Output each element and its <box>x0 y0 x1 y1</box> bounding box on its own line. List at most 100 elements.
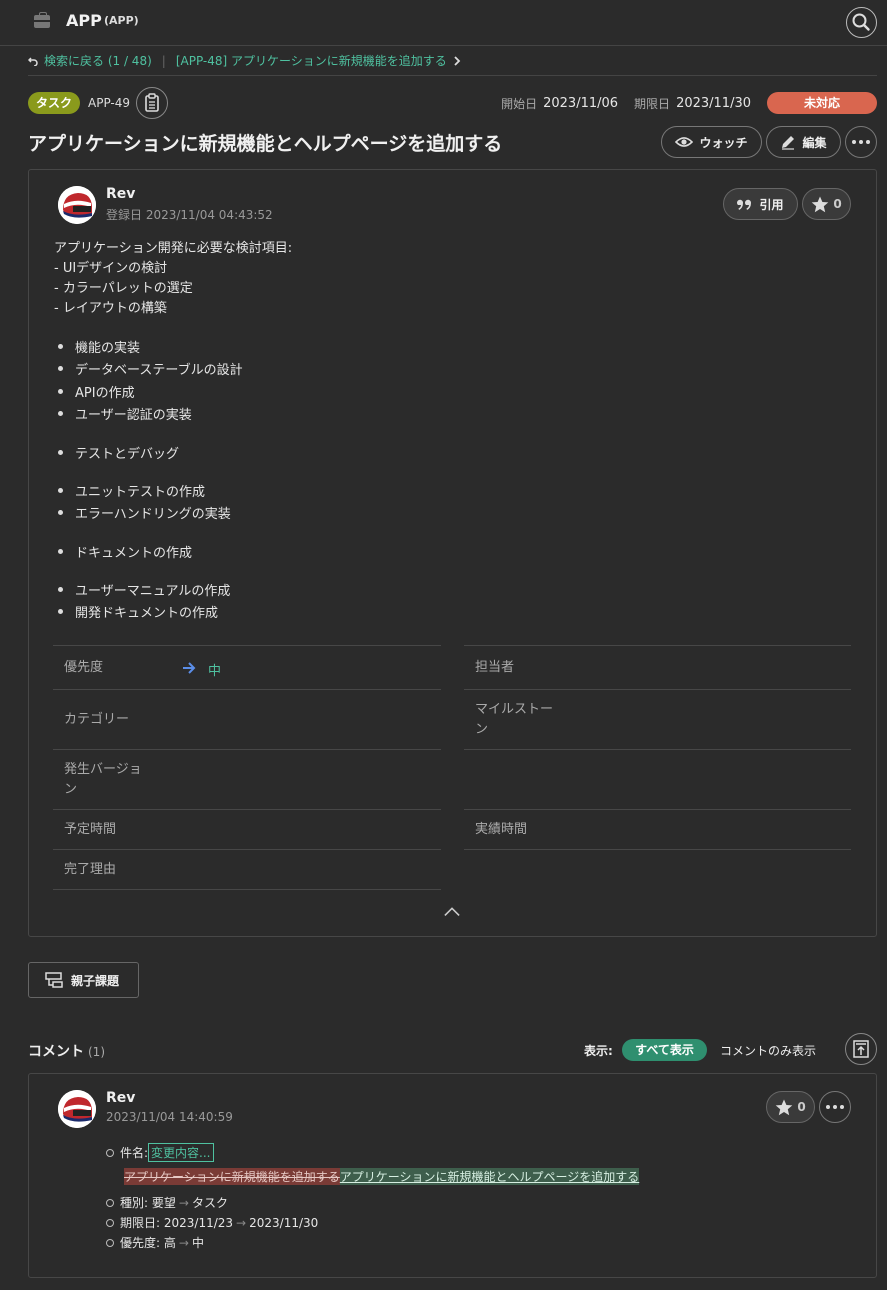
quote-label: 引用 <box>759 197 784 212</box>
breadcrumb-separator: | <box>161 53 166 68</box>
more-icon <box>826 1105 830 1109</box>
star-count: 0 <box>833 197 842 211</box>
priority-change-label: 優先度: <box>120 1236 161 1250</box>
date-block: 開始日 2023/11/06 期限日 2023/11/30 未対応 <box>501 92 877 114</box>
priority-label: 優先度 <box>64 660 104 675</box>
eye-icon <box>675 137 694 147</box>
more-icon <box>852 140 856 144</box>
divider <box>464 849 851 850</box>
quote-icon <box>737 199 752 210</box>
comments-title: コメント <box>28 1044 84 1060</box>
description-line: - カラーパレットの選定 <box>54 281 193 296</box>
old-subject: アプリケーションに新規機能を追加する <box>124 1168 340 1185</box>
start-date-value: 2023/11/06 <box>543 95 619 111</box>
back-to-search-link[interactable]: 検索に戻る (1 / 48) <box>44 52 152 69</box>
arrow-right-icon: → <box>178 1235 189 1250</box>
type-from: 要望 <box>151 1196 176 1210</box>
avatar[interactable] <box>58 186 96 224</box>
description-line: アプリケーション開発に必要な検討項目: <box>54 241 293 256</box>
parent-child-label: 親子課題 <box>71 973 120 988</box>
status-badge[interactable]: 未対応 <box>767 92 877 114</box>
bullet-dot <box>106 1148 114 1157</box>
description-text: アプリケーション開発に必要な検討項目: - UIデザインの検討 - カラーパレッ… <box>54 239 292 319</box>
quote-button[interactable]: 引用 <box>723 188 798 220</box>
watch-button[interactable]: ウォッチ <box>661 126 762 158</box>
star-icon <box>776 1099 793 1115</box>
parent-issue-link[interactable]: [APP-48] アプリケーションに新規機能を追加する <box>176 52 447 69</box>
app-name[interactable]: APP <box>66 11 102 30</box>
arrow-right-icon <box>183 662 196 674</box>
comment-more-button[interactable] <box>819 1091 851 1123</box>
due-to: 2023/11/30 <box>249 1215 319 1230</box>
bullet-dot <box>106 1218 114 1227</box>
divider <box>53 849 441 850</box>
divider <box>464 645 851 646</box>
due-from: 2023/11/23 <box>163 1215 234 1230</box>
helmet-avatar-icon <box>58 186 96 224</box>
watch-label: ウォッチ <box>699 135 748 150</box>
star-button[interactable]: 0 <box>802 188 851 220</box>
edit-button[interactable]: 編集 <box>766 126 841 158</box>
description-line: - レイアウトの構築 <box>54 301 167 316</box>
list-item: APIの作成 <box>54 382 135 401</box>
more-options-button[interactable] <box>845 126 877 158</box>
chevron-right-icon[interactable] <box>453 55 461 66</box>
list-item: ユーザーマニュアルの作成 <box>54 580 230 599</box>
comment-author[interactable]: Rev <box>106 1090 135 1106</box>
jump-to-top-button[interactable] <box>845 1033 877 1065</box>
author-name[interactable]: Rev <box>106 186 135 202</box>
new-subject: アプリケーションに新規機能とヘルプページを追加する <box>339 1168 640 1185</box>
issue-title: アプリケーションに新規機能とヘルプページを追加する <box>28 133 503 155</box>
issue-type-badge: タスク <box>28 92 81 114</box>
hierarchy-icon <box>45 972 63 988</box>
list-item: ユーザー認証の実装 <box>54 404 192 423</box>
avatar[interactable] <box>58 1090 96 1128</box>
briefcase-icon <box>34 12 50 28</box>
app-key: (APP) <box>104 14 139 27</box>
comment-star-button[interactable]: 0 <box>766 1091 815 1123</box>
bullet-dot <box>106 1198 114 1207</box>
bullet-dot <box>106 1238 114 1247</box>
subject-change: 件名: 変更内容... <box>106 1143 214 1162</box>
comment-timestamp: 2023/11/04 14:40:59 <box>106 1110 233 1124</box>
back-arrow-icon <box>28 56 38 66</box>
comments-heading: コメント (1) <box>28 1041 105 1061</box>
list-item: 機能の実装 <box>54 337 140 356</box>
type-to: タスク <box>191 1196 228 1210</box>
assignee-label: 担当者 <box>475 660 515 675</box>
jump-to-top-icon <box>853 1040 869 1058</box>
show-all-button[interactable]: すべて表示 <box>622 1039 707 1061</box>
chevron-up-icon[interactable] <box>444 903 460 919</box>
search-button[interactable] <box>846 7 877 38</box>
comment-star-count: 0 <box>797 1100 806 1114</box>
priority-change: 優先度: 高 → 中 <box>106 1234 204 1251</box>
priority-value[interactable]: 中 <box>208 660 221 679</box>
list-item: ドキュメントの作成 <box>54 542 192 561</box>
search-icon <box>852 13 870 31</box>
list-item: エラーハンドリングの実装 <box>54 503 231 522</box>
type-change: 種別: 要望 → タスク <box>106 1194 228 1211</box>
arrow-right-icon: → <box>178 1195 189 1210</box>
parent-child-button[interactable]: 親子課題 <box>28 962 139 998</box>
divider <box>53 645 441 646</box>
divider <box>28 75 877 76</box>
created-date: 登録日 2023/11/04 04:43:52 <box>106 208 273 222</box>
edit-label: 編集 <box>802 135 827 150</box>
change-detail-link[interactable]: 変更内容... <box>148 1143 214 1162</box>
list-item: ユニットテストの作成 <box>54 481 205 500</box>
resolution-label: 完了理由 <box>64 862 117 877</box>
show-comments-only-button[interactable]: コメントのみ表示 <box>720 1042 816 1059</box>
type-change-label: 種別: <box>120 1196 149 1210</box>
copy-key-button[interactable] <box>136 87 168 119</box>
divider <box>464 749 851 750</box>
arrow-right-icon: → <box>236 1215 247 1230</box>
divider <box>53 749 441 750</box>
due-change: 期限日: 2023/11/23 → 2023/11/30 <box>106 1214 318 1231</box>
milestone-label: マイルストーン <box>475 702 554 737</box>
list-item: 開発ドキュメントの作成 <box>54 602 218 621</box>
start-date-label: 開始日 <box>501 96 538 111</box>
issue-key: APP-49 <box>88 96 131 110</box>
helmet-avatar-icon <box>58 1090 96 1128</box>
breadcrumb: 検索に戻る (1 / 48) | [APP-48] アプリケーションに新規機能を… <box>28 52 461 69</box>
comments-count: (1) <box>88 1045 105 1059</box>
